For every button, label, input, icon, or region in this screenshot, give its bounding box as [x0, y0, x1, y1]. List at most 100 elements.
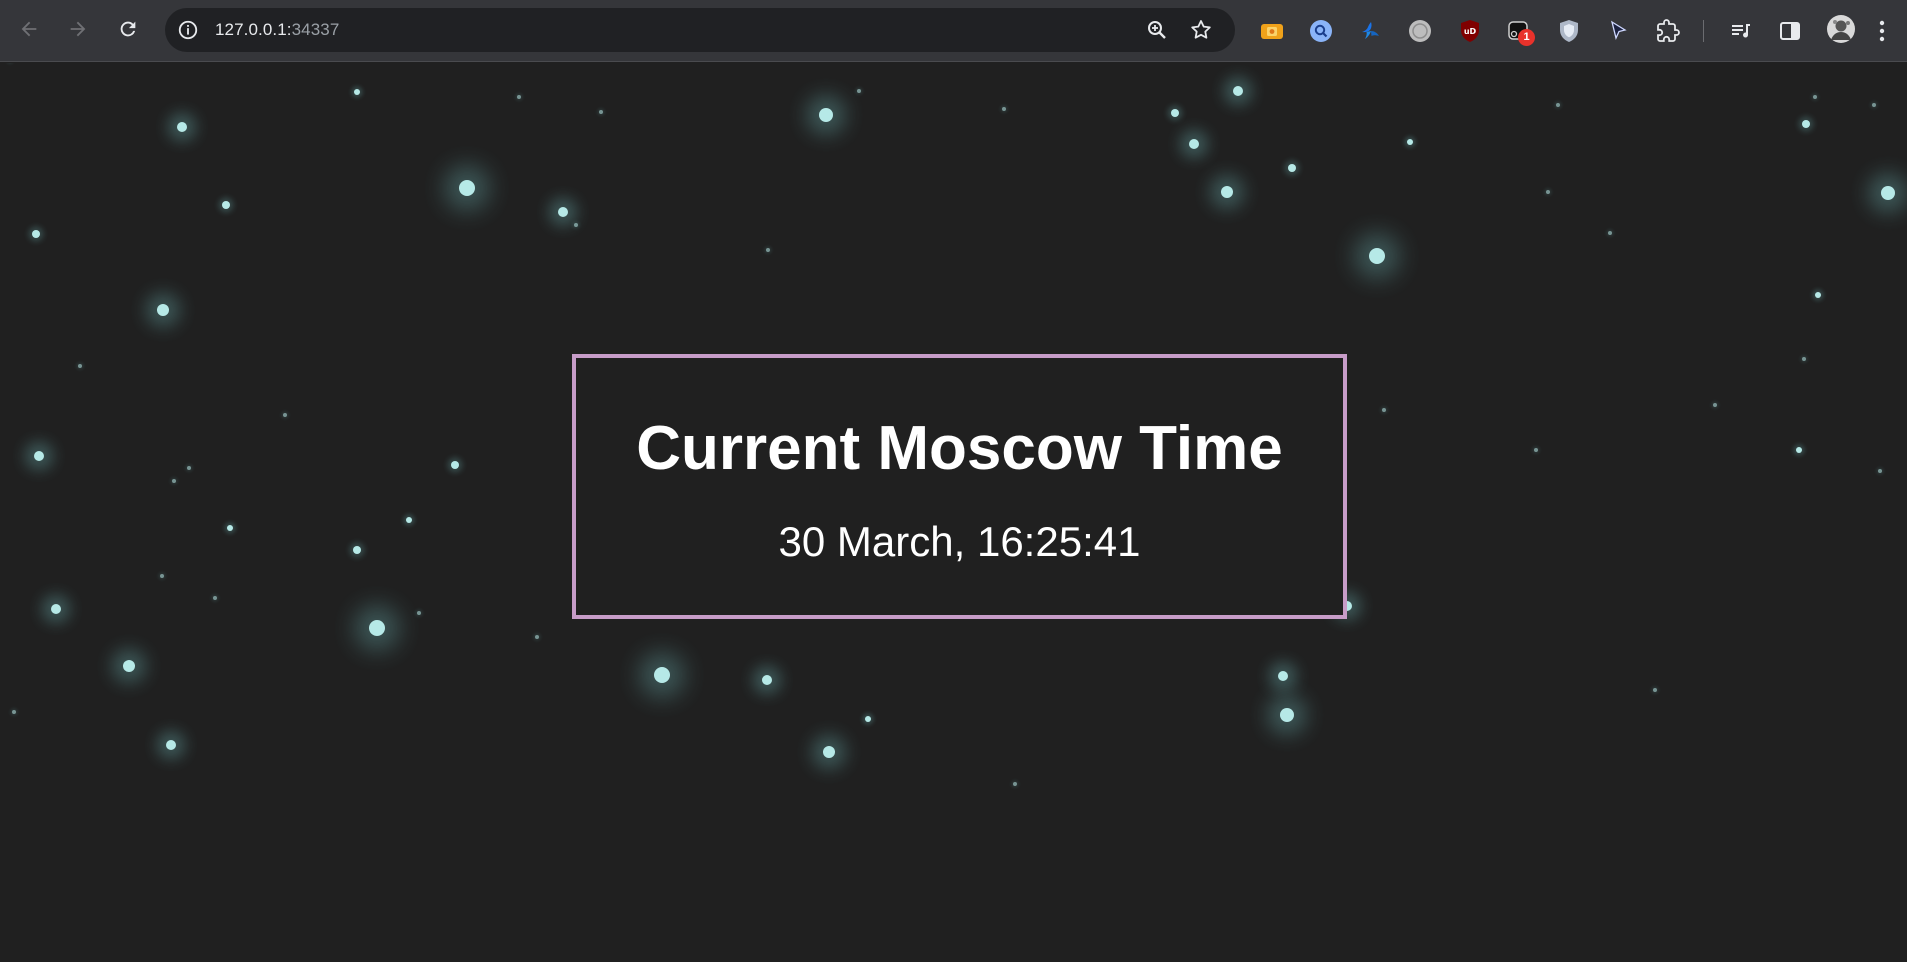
star-dot: [1556, 103, 1560, 107]
star-dot: [34, 451, 44, 461]
page-viewport: Current Moscow Time 30 March, 16:25:41: [0, 63, 1907, 962]
extension-badge: 1: [1518, 29, 1535, 46]
star-dot: [78, 364, 82, 368]
side-panel-button[interactable]: [1777, 18, 1803, 44]
star-dot: [1369, 248, 1385, 264]
star-dot: [766, 248, 770, 252]
avatar-icon: [1827, 15, 1855, 43]
star-dot: [1881, 186, 1895, 200]
extension-blue[interactable]: [1358, 18, 1384, 44]
star-dot: [417, 611, 421, 615]
ticket-icon: [1261, 24, 1283, 39]
moscow-clock-panel: Current Moscow Time 30 March, 16:25:41: [572, 354, 1347, 619]
star-dot: [172, 479, 176, 483]
extension-gray-circle[interactable]: [1407, 18, 1433, 44]
star-dot: [762, 675, 772, 685]
url-host: 127.0.0.1:: [215, 20, 292, 39]
star-dot: [1802, 357, 1806, 361]
star-dot: [857, 89, 861, 93]
arrow-right-icon: [70, 21, 86, 37]
star-dot: [1233, 86, 1243, 96]
star-dot: [1713, 403, 1717, 407]
address-bar[interactable]: 127.0.0.1:34337: [165, 8, 1235, 52]
tri-blade-icon: [1362, 22, 1379, 39]
star-dot: [187, 466, 191, 470]
bookmark-star-icon[interactable]: [1189, 18, 1213, 42]
star-dot: [1546, 190, 1550, 194]
star-dot: [1278, 671, 1288, 681]
extension-camera-badge[interactable]: 1: [1506, 18, 1535, 46]
extension-cursor[interactable]: [1605, 18, 1631, 44]
star-dot: [1002, 107, 1006, 111]
profile-avatar[interactable]: [1826, 14, 1856, 44]
extension-ticket[interactable]: [1259, 18, 1285, 44]
toolbar-separator: [1703, 20, 1704, 42]
browser-menu-button[interactable]: [1874, 18, 1890, 44]
arrow-left-icon: [21, 21, 37, 37]
info-icon[interactable]: [177, 19, 199, 41]
puzzle-icon: [1657, 19, 1680, 42]
star-dot: [222, 201, 230, 209]
star-dot: [1382, 408, 1386, 412]
star-dot: [823, 746, 835, 758]
star-dot: [1802, 120, 1810, 128]
shield-icon: [1560, 20, 1578, 42]
shield-red-icon: uD: [1461, 20, 1479, 42]
star-dot: [819, 108, 833, 122]
star-dot: [123, 660, 135, 672]
page-title: Current Moscow Time: [636, 414, 1283, 483]
star-dot: [1189, 139, 1199, 149]
back-button[interactable]: [13, 13, 45, 45]
extensions-menu-button[interactable]: [1655, 18, 1681, 44]
url-text[interactable]: 127.0.0.1:34337: [215, 8, 339, 52]
star-dot: [12, 710, 16, 714]
extension-shield[interactable]: [1556, 18, 1582, 44]
star-dot: [406, 517, 412, 523]
star-dot: [213, 596, 217, 600]
browser-toolbar: 127.0.0.1:34337 uD 1: [0, 0, 1907, 62]
star-dot: [1608, 231, 1612, 235]
reload-button[interactable]: [112, 13, 144, 45]
side-panel-icon: [1780, 22, 1800, 40]
current-time: 30 March, 16:25:41: [778, 518, 1141, 565]
url-port: 34337: [291, 20, 340, 39]
reading-list-button[interactable]: [1728, 18, 1754, 44]
star-dot: [283, 413, 287, 417]
star-dot: [654, 667, 670, 683]
star-dot: [1280, 708, 1294, 722]
reload-icon: [120, 21, 136, 37]
star-dot: [160, 574, 164, 578]
star-dot: [51, 604, 61, 614]
forward-button[interactable]: [62, 13, 94, 45]
star-dot: [459, 180, 475, 196]
queue-music-icon: [1732, 24, 1750, 38]
extension-ublock[interactable]: uD: [1457, 18, 1483, 44]
star-dot: [1813, 95, 1817, 99]
star-dot: [1288, 164, 1296, 172]
star-dot: [1872, 103, 1876, 107]
svg-text:uD: uD: [1464, 27, 1477, 36]
star-dot: [865, 716, 871, 722]
star-dot: [1171, 109, 1179, 117]
star-dot: [166, 740, 176, 750]
star-dot: [353, 546, 361, 554]
cursor-arrow-icon: [1610, 20, 1627, 40]
star-dot: [32, 230, 40, 238]
star-dot: [177, 122, 187, 132]
kebab-menu-icon: [1879, 20, 1885, 42]
star-dot: [574, 223, 578, 227]
extension-search[interactable]: [1308, 18, 1334, 44]
star-dot: [1653, 688, 1657, 692]
star-dot: [157, 304, 169, 316]
star-dot: [517, 95, 521, 99]
zoom-in-icon[interactable]: [1145, 18, 1169, 42]
star-dot: [227, 525, 233, 531]
star-dot: [369, 620, 385, 636]
star-dot: [1013, 782, 1017, 786]
star-dot: [1796, 447, 1802, 453]
star-dot: [1407, 139, 1413, 145]
star-dot: [1221, 186, 1233, 198]
star-dot: [451, 461, 459, 469]
star-dot: [354, 89, 360, 95]
star-dot: [1815, 292, 1821, 298]
